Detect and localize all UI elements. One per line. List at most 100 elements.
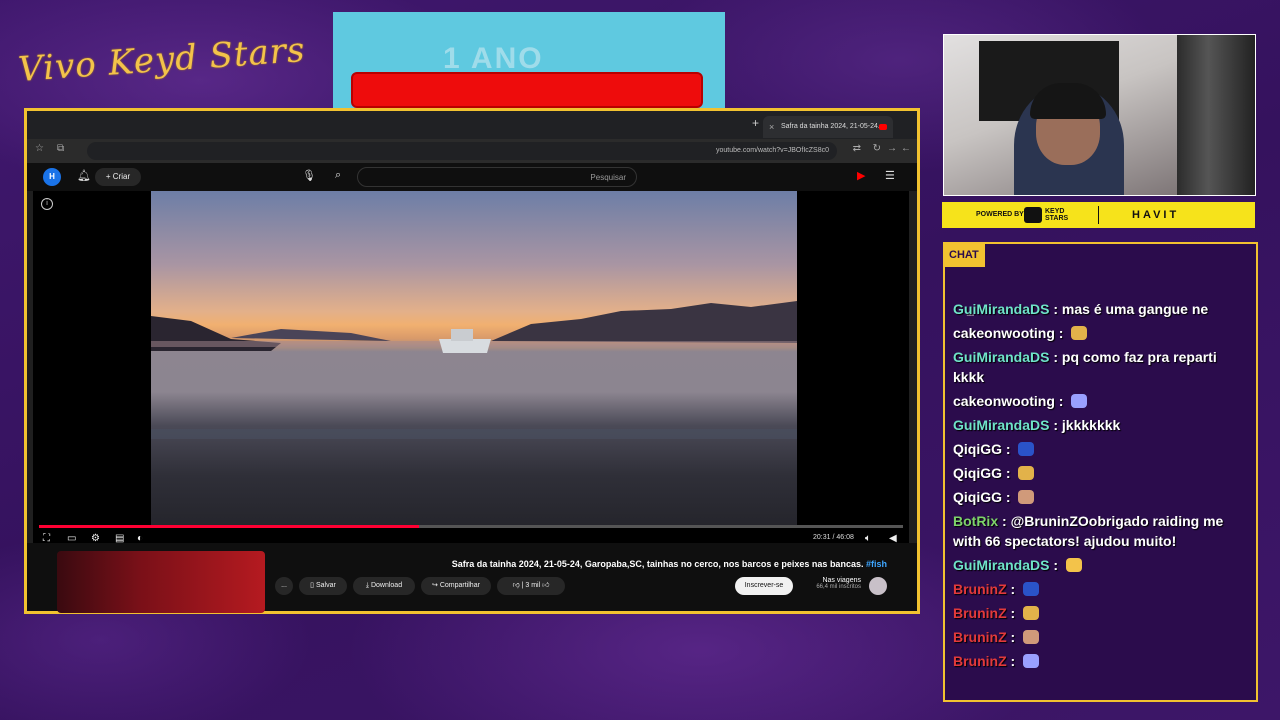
settings-icon[interactable]: ⇄: [853, 143, 861, 154]
chat-panel: CHAT _ GuiMirandaDS : mas é uma gangue n…: [943, 242, 1258, 702]
browser-tab[interactable]: × Safra da tainha 2024, 21-05-24...: [763, 116, 893, 138]
like-button[interactable]: 👎︎ | 3 mil 👍︎: [497, 577, 565, 595]
search-input[interactable]: Pesquisar: [357, 167, 637, 187]
forward-icon[interactable]: →: [887, 143, 897, 154]
extension-icon[interactable]: ⧉: [57, 143, 64, 154]
progress-bar[interactable]: [39, 525, 903, 528]
boat-hull: [439, 339, 491, 353]
youtube-logo-icon[interactable]: ▶: [857, 169, 865, 182]
subscribe-button[interactable]: Inscrever-se: [735, 577, 793, 595]
chat-message: BruninZ :: [953, 579, 1248, 599]
chat-messages: GuiMirandaDS : mas é uma gangue ne cakeon…: [953, 299, 1248, 675]
boat-cabin: [451, 329, 473, 341]
chat-message: GuiMirandaDS :: [953, 555, 1248, 575]
chat-username[interactable]: QiqiGG: [953, 465, 1002, 481]
chat-message: cakeonwooting :: [953, 323, 1248, 343]
video-title: Safra da tainha 2024, 21-05-24, Garopaba…: [452, 559, 887, 569]
emote-icon: [1018, 442, 1035, 456]
create-label: Criar: [112, 172, 131, 181]
chat-message: GuiMirandaDS : mas é uma gangue ne: [953, 301, 1209, 317]
chat-text: jkkkkkkk: [1061, 417, 1121, 433]
top-banner: 1 ANO: [333, 12, 725, 108]
like-count: 3 mil: [525, 582, 541, 589]
chat-username[interactable]: QiqiGG: [953, 441, 1002, 457]
chat-username[interactable]: GuiMirandaDS: [953, 417, 1049, 433]
emote-icon: [1023, 630, 1040, 644]
chat-username[interactable]: GuiMirandaDS: [953, 349, 1049, 365]
chat-message: BruninZ :: [953, 651, 1248, 671]
emote-icon: [1018, 466, 1035, 480]
webcam-feed: [943, 34, 1256, 196]
channel-avatar[interactable]: [869, 577, 887, 595]
share-label: Compartilhar: [439, 582, 480, 589]
save-button[interactable]: ▯ Salvar: [299, 577, 347, 595]
hashtag-link[interactable]: #fish: [866, 559, 887, 569]
browser-window: + × Safra da tainha 2024, 21-05-24... ☆ …: [24, 108, 920, 614]
chat-username[interactable]: QiqiGG: [953, 489, 1002, 505]
right-mountains: [491, 301, 797, 343]
share-button[interactable]: ↪ Compartilhar: [421, 577, 491, 595]
youtube-favicon-icon: [879, 124, 887, 130]
new-tab-button[interactable]: +: [752, 116, 759, 130]
chat-message: QiqiGG :: [953, 439, 1248, 459]
chat-username[interactable]: BotRix: [953, 513, 998, 529]
star-icon[interactable]: ☆: [35, 143, 44, 154]
emote-icon: [1023, 606, 1040, 620]
video-player[interactable]: i ⛶ ▭ ⚙ ▤ ◐ 20:31 / 46:08 🔈︎ ◀: [33, 191, 909, 544]
chat-username[interactable]: BruninZ: [953, 605, 1007, 621]
chat-username[interactable]: BruninZ: [953, 581, 1007, 597]
chat-message: BruninZ :: [953, 627, 1248, 647]
tab-bar: + × Safra da tainha 2024, 21-05-24...: [27, 111, 917, 139]
microphone-icon[interactable]: 🎙︎: [302, 169, 316, 182]
save-label: Salvar: [315, 582, 336, 589]
sea-scene: [151, 301, 797, 439]
address-bar-row: ☆ ⧉ youtube.com/watch?v=JBOfIcZS8c0 ⇄ ↻ …: [27, 139, 917, 163]
chat-username[interactable]: GuiMirandaDS: [953, 301, 1049, 317]
chat-username[interactable]: BruninZ: [953, 629, 1007, 645]
chat-username[interactable]: BruninZ: [953, 653, 1007, 669]
emote-icon: [1071, 326, 1088, 340]
emote-icon: [1023, 582, 1040, 596]
chat-username[interactable]: cakeonwooting: [953, 393, 1055, 409]
chat-message: QiqiGG :: [953, 463, 1248, 483]
back-icon[interactable]: ←: [901, 143, 911, 154]
notifications-icon[interactable]: 🔔︎: [77, 169, 91, 182]
more-button[interactable]: ...: [275, 577, 293, 595]
search-icon[interactable]: ⌕: [335, 169, 341, 182]
havit-logo: HAVIT: [1132, 209, 1180, 221]
chat-header: CHAT: [945, 244, 985, 267]
emote-icon: [1065, 558, 1082, 572]
url-field[interactable]: youtube.com/watch?v=JBOfIcZS8c0: [87, 142, 837, 160]
chat-message: GuiMirandaDS : pq como faz pra reparti k…: [953, 349, 1217, 385]
avatar[interactable]: H: [43, 168, 61, 186]
video-frame[interactable]: [151, 191, 797, 526]
close-tab-icon[interactable]: ×: [769, 116, 774, 138]
sponsor-bar: POWERED BY KEYD STARS HAVIT: [942, 202, 1255, 228]
channel-name: Nas viagens: [822, 577, 861, 584]
video-title-text: Safra da tainha 2024, 21-05-24, Garopaba…: [451, 559, 864, 569]
related-video-thumbnail[interactable]: [57, 551, 265, 613]
emote-icon: [1023, 654, 1040, 668]
info-icon[interactable]: i: [41, 198, 53, 210]
sponsor-divider: [1098, 206, 1099, 224]
video-time: 20:31 / 46:08: [813, 534, 854, 541]
chat-message: GuiMirandaDS : jkkkkkkk: [953, 417, 1121, 433]
tab-title: Safra da tainha 2024, 21-05-24...: [781, 123, 884, 130]
wave: [151, 429, 797, 439]
reload-icon[interactable]: ↻: [873, 143, 881, 154]
create-button[interactable]: + Criar: [95, 168, 141, 186]
emote-icon: [1018, 490, 1035, 504]
chat-message: BotRix : @BruninZOobrigado raiding me wi…: [953, 513, 1224, 549]
keyd-stars-label: KEYD STARS: [1045, 208, 1069, 222]
powered-by-label: POWERED BY: [976, 211, 1024, 218]
download-button[interactable]: ⤓ Download: [353, 577, 415, 595]
youtube-header: H 🔔︎ + Criar 🎙︎ ⌕ Pesquisar ▶ ☰: [27, 163, 917, 191]
chat-username[interactable]: GuiMirandaDS: [953, 557, 1049, 573]
webcam-background-towel: [1177, 35, 1255, 195]
chat-username[interactable]: cakeonwooting: [953, 325, 1055, 341]
menu-icon[interactable]: ☰: [885, 169, 895, 182]
banner-red-bar: [351, 72, 703, 108]
download-label: Download: [370, 582, 403, 589]
channel-info[interactable]: Nas viagens 66,4 mil inscritos: [816, 577, 861, 590]
distant-hill: [231, 329, 391, 341]
